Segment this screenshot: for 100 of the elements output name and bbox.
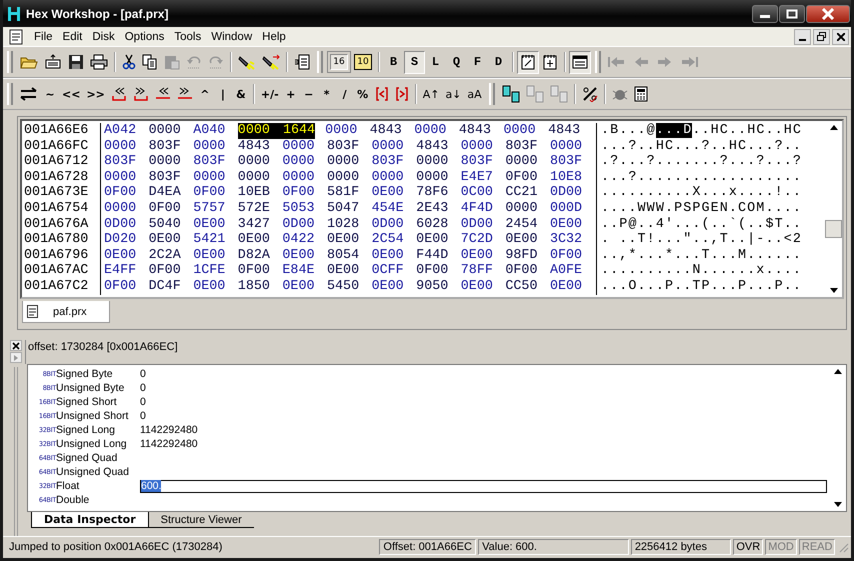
- hex-word[interactable]: 4843: [238, 138, 282, 154]
- hex-word[interactable]: 0000: [416, 154, 461, 170]
- hex-word[interactable]: 1028: [326, 216, 372, 232]
- data-type-button[interactable]: S: [404, 50, 425, 74]
- hex-word[interactable]: 0F00: [148, 200, 194, 217]
- hex-word[interactable]: 0000: [326, 170, 372, 186]
- hex-word[interactable]: 0E00: [148, 232, 194, 248]
- ascii-text[interactable]: ...?..................: [601, 170, 802, 185]
- hex-word[interactable]: 572E: [238, 200, 282, 217]
- hex-word[interactable]: 1850: [238, 278, 282, 295]
- resize-grip-icon[interactable]: [837, 541, 849, 553]
- hex-word[interactable]: 4843: [370, 123, 414, 139]
- menu-item[interactable]: Help: [257, 30, 291, 42]
- toolbar-grip[interactable]: [488, 83, 495, 105]
- hex-word[interactable]: 0000: [372, 138, 416, 154]
- hex-word[interactable]: 581F: [326, 185, 372, 201]
- hex-word[interactable]: 0000: [505, 200, 550, 217]
- hex-word[interactable]: 0E00: [372, 248, 416, 264]
- operator-button[interactable]: /: [336, 82, 354, 106]
- hex-word[interactable]: 0E00: [104, 248, 149, 264]
- hex-word[interactable]: 0E00: [282, 278, 327, 295]
- hex-word[interactable]: E84E: [282, 263, 327, 279]
- ascii-text[interactable]: ..........N......x....: [601, 263, 802, 278]
- hex-word[interactable]: 0E00: [416, 232, 461, 248]
- minimize-button[interactable]: [794, 28, 811, 44]
- hex-word[interactable]: 803F: [148, 170, 194, 186]
- value-field[interactable]: 600.: [140, 480, 827, 492]
- hex-word[interactable]: 5421: [193, 232, 238, 248]
- hex-word[interactable]: 0000: [193, 170, 238, 186]
- hex-word[interactable]: 6028: [416, 216, 461, 232]
- hex-word[interactable]: 0E00: [550, 216, 595, 232]
- operator-button[interactable]: |: [214, 82, 232, 106]
- hex-word[interactable]: 0F00: [238, 263, 282, 279]
- hex-word[interactable]: 1CFE: [193, 263, 238, 279]
- hex-word[interactable]: 000D: [550, 200, 595, 217]
- hex-word[interactable]: 0E00: [193, 278, 238, 295]
- hex-word[interactable]: 2454: [505, 216, 550, 232]
- hex-word[interactable]: 454E: [372, 200, 416, 217]
- ascii-text[interactable]: ..P@..4'...(..`(..$T..: [601, 216, 802, 232]
- hex-word[interactable]: 0F00: [104, 278, 149, 295]
- hex-word[interactable]: 0000: [104, 200, 149, 217]
- hex-word[interactable]: 98FD: [505, 248, 550, 264]
- hex-word[interactable]: 0F00: [505, 170, 550, 186]
- hex-word[interactable]: 9050: [416, 278, 461, 295]
- operator-button[interactable]: *: [318, 82, 336, 106]
- ascii-text[interactable]: . ..T!..."..,T..|-..<2: [601, 232, 802, 248]
- operator-button[interactable]: %: [354, 82, 372, 106]
- hex-word[interactable]: 2C54: [372, 232, 416, 248]
- operator-button[interactable]: >>: [83, 82, 108, 106]
- case-button[interactable]: A↑: [420, 82, 442, 106]
- restore-button[interactable]: [813, 28, 830, 44]
- hex-word[interactable]: 4843: [416, 138, 461, 154]
- panel-tab[interactable]: Structure Viewer: [148, 512, 254, 528]
- ascii-text[interactable]: ...D: [656, 123, 692, 138]
- hex-word[interactable]: 0E00: [505, 232, 550, 248]
- hex-word[interactable]: A042: [104, 123, 149, 139]
- hex-word[interactable]: 3427: [238, 216, 282, 232]
- hex-word[interactable]: 0D00: [550, 185, 595, 201]
- number-base-button[interactable]: 16: [330, 54, 348, 70]
- maximize-button[interactable]: [779, 4, 805, 22]
- operator-button[interactable]: −: [300, 82, 318, 106]
- document-icon[interactable]: [9, 28, 23, 44]
- hex-word[interactable]: CC21: [505, 185, 550, 201]
- menu-item[interactable]: Disk: [87, 30, 120, 42]
- hex-word[interactable]: 803F: [460, 154, 506, 170]
- hex-word[interactable]: 0CFF: [372, 263, 416, 279]
- menu-item[interactable]: Options: [120, 30, 170, 42]
- hex-word[interactable]: 4F4D: [460, 200, 506, 217]
- hex-word[interactable]: 0E00: [550, 278, 595, 295]
- menu-item[interactable]: Edit: [58, 30, 88, 42]
- hex-word[interactable]: 803F: [104, 154, 149, 170]
- hex-word[interactable]: 0E00: [193, 248, 238, 264]
- hex-word[interactable]: 0E00: [193, 216, 238, 232]
- hex-word[interactable]: 0E00: [460, 278, 506, 295]
- number-base-button[interactable]: 10: [354, 54, 372, 70]
- hex-word[interactable]: 0000: [372, 170, 416, 186]
- hex-word[interactable]: 0000: [282, 154, 327, 170]
- hex-word[interactable]: 0E00: [372, 278, 416, 295]
- hex-word[interactable]: 803F: [550, 154, 595, 170]
- ascii-text[interactable]: ..........X...x....!..: [601, 185, 802, 200]
- ascii-text[interactable]: ..HC..HC..HC: [692, 123, 802, 138]
- hex-word[interactable]: 0F00: [550, 248, 595, 264]
- hex-word[interactable]: 0F00: [505, 263, 550, 279]
- hex-word[interactable]: 5450: [326, 278, 372, 295]
- hex-word[interactable]: 0000: [104, 138, 149, 154]
- operator-button[interactable]: +/-: [258, 82, 282, 106]
- close-button[interactable]: [10, 340, 22, 351]
- hex-word[interactable]: 0000: [414, 123, 459, 139]
- hex-word[interactable]: 0000: [104, 170, 149, 186]
- scroll-up-icon[interactable]: [830, 125, 838, 130]
- hex-word[interactable]: E4E7: [460, 170, 506, 186]
- operator-button[interactable]: <<: [59, 82, 84, 106]
- operator-button[interactable]: +: [282, 82, 300, 106]
- close-button[interactable]: [806, 4, 850, 22]
- document-tab[interactable]: paf.prx: [22, 301, 110, 323]
- hex-word[interactable]: 2E43: [416, 200, 461, 217]
- scroll-down-icon[interactable]: [830, 288, 838, 293]
- case-button[interactable]: a↓: [442, 82, 464, 106]
- ascii-text[interactable]: ...O...P..TP...P...P..: [601, 278, 802, 294]
- hex-word[interactable]: 803F: [372, 154, 416, 170]
